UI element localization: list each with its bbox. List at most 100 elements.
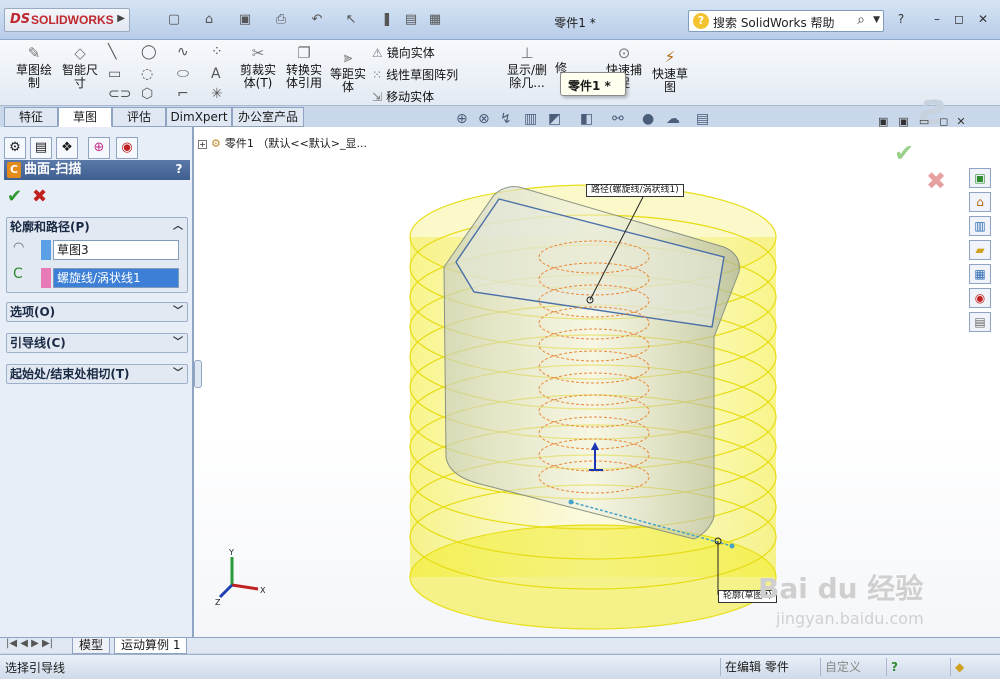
expand-chevron-icon[interactable]: ﹀: [173, 365, 183, 383]
tab-motion-study[interactable]: 运动算例 1: [114, 638, 188, 654]
mirror-entities-button[interactable]: ⚠ 镜向实体: [372, 44, 435, 61]
rectangle-icon[interactable]: ▭: [108, 66, 121, 82]
save-icon[interactable]: ▣: [234, 12, 256, 30]
profile-selection-box[interactable]: 草图3: [53, 240, 179, 260]
view-palette-icon[interactable]: ▦: [969, 264, 991, 284]
collapse-icon[interactable]: ︿: [173, 218, 183, 236]
viewport-close-icon[interactable]: ✕: [956, 115, 965, 128]
tab-office-products[interactable]: 办公室产品: [232, 107, 304, 127]
model-view[interactable]: Y X Z: [194, 127, 1000, 637]
polygon-icon[interactable]: ⬡: [141, 86, 153, 102]
tag-icon[interactable]: ◆: [950, 658, 968, 676]
tab-sketch[interactable]: 草图: [58, 107, 112, 127]
search-icon[interactable]: ⌕: [857, 12, 865, 28]
point-icon[interactable]: ✳: [211, 86, 223, 102]
path-selection-box[interactable]: 螺旋线/涡状线1: [53, 268, 179, 288]
text-icon[interactable]: A: [211, 66, 221, 82]
section-view-icon[interactable]: ▥: [524, 111, 537, 127]
help-icon[interactable]: ?: [892, 12, 910, 28]
expand-icon[interactable]: +: [198, 140, 207, 149]
search-input[interactable]: ? 搜索 SolidWorks 帮助 ⌕ ▼: [688, 10, 884, 32]
guide-curves-group[interactable]: 引导线(C) ﹀: [6, 333, 188, 353]
confirm-cancel-icon[interactable]: ✖: [926, 167, 946, 195]
viewport-restore-icon[interactable]: ◻: [939, 115, 948, 128]
smart-dimension-button[interactable]: ◇ 智能尺 寸: [58, 44, 102, 90]
centerline-icon[interactable]: ⌐: [177, 86, 189, 102]
solidworks-resources-icon[interactable]: ▣: [969, 168, 991, 188]
new-document-icon[interactable]: ▢: [163, 12, 185, 30]
options-icon[interactable]: ▦: [424, 12, 446, 30]
options-group[interactable]: 选项(O) ﹀: [6, 302, 188, 322]
circle-icon[interactable]: ◯: [141, 44, 157, 60]
rebuild-icon[interactable]: ❚: [376, 12, 398, 30]
arc-icon[interactable]: ◌: [141, 66, 153, 82]
view-settings-icon[interactable]: ▤: [696, 111, 709, 127]
move-entities-button[interactable]: ⇲ 移动实体: [372, 88, 434, 105]
ok-button[interactable]: ✔: [7, 186, 22, 207]
cancel-button[interactable]: ✖: [32, 186, 47, 207]
slot-icon[interactable]: ⊂⊃: [108, 86, 131, 102]
hide-show-items-icon[interactable]: ⚯: [612, 111, 624, 127]
line-icon[interactable]: ╲: [108, 44, 116, 60]
linear-pattern-button[interactable]: ⁙ 线性草图阵列: [372, 66, 458, 83]
tab-model[interactable]: 模型: [72, 638, 111, 654]
ellipse-icon[interactable]: ⬭: [177, 66, 189, 82]
print-icon[interactable]: ⎙: [270, 12, 292, 30]
split-view-icon[interactable]: ▣: [878, 115, 888, 128]
convert-entities-button[interactable]: ❐ 转换实 体引用: [282, 44, 326, 90]
display-style-icon[interactable]: ◧: [580, 111, 593, 127]
tab-scroll-arrows[interactable]: |◀ ◀ ▶ ▶|: [6, 638, 53, 649]
group-header[interactable]: 轮廓和路径(P) ︿: [7, 218, 187, 236]
point-grid-icon[interactable]: ⁘: [211, 44, 223, 60]
design-library-icon[interactable]: ⌂: [969, 192, 991, 212]
zoom-to-area-icon[interactable]: ⊗: [478, 111, 490, 127]
help-button[interactable]: ?: [172, 162, 186, 176]
trim-entities-button[interactable]: ✂ 剪裁实 体(T): [236, 44, 280, 90]
folder-icon[interactable]: ▰: [969, 240, 991, 260]
previous-view-icon[interactable]: ↯: [500, 111, 512, 127]
feature-tree-root[interactable]: + ⚙ 零件1 （默认<<默认>_显...: [198, 135, 367, 151]
tab-features[interactable]: 特征: [4, 107, 58, 127]
group-header[interactable]: 选项(O) ﹀: [7, 303, 187, 321]
select-arrow-icon[interactable]: ↖: [340, 12, 362, 30]
configuration-manager-tab-icon[interactable]: ❖: [56, 137, 78, 159]
custom-properties-icon[interactable]: ▤: [969, 312, 991, 332]
sketch-button[interactable]: ✎ 草图绘 制: [12, 44, 56, 90]
panel-splitter-handle[interactable]: [194, 360, 202, 388]
view-orientation-icon[interactable]: ◩: [548, 111, 561, 127]
restore-icon[interactable]: ◻: [950, 12, 968, 28]
file-properties-icon[interactable]: ▤: [400, 12, 422, 30]
dimxpert-manager-tab-icon[interactable]: ⊕: [88, 137, 110, 159]
status-help-icon[interactable]: ?: [886, 658, 904, 676]
expand-chevron-icon[interactable]: ﹀: [173, 303, 183, 321]
edit-appearance-icon[interactable]: ●: [642, 111, 654, 127]
units-status[interactable]: 自定义: [820, 658, 865, 676]
viewport-minimize-icon[interactable]: ▭: [919, 115, 929, 128]
graphics-area[interactable]: Y X Z 路径(螺旋线/涡状线1) 轮廓(草图3) + ⚙ 零件1 （默认<<默认…: [194, 127, 1000, 637]
property-manager-tab-icon[interactable]: ▤: [30, 137, 52, 159]
zoom-to-fit-icon[interactable]: ⊕: [456, 111, 468, 127]
split-view-2-icon[interactable]: ▣: [898, 115, 908, 128]
group-header[interactable]: 引导线(C) ﹀: [7, 334, 187, 352]
apply-scene-icon[interactable]: ☁: [666, 111, 680, 127]
tab-dimxpert[interactable]: DimXpert: [166, 107, 232, 127]
start-end-tangency-group[interactable]: 起始处/结束处相切(T) ﹀: [6, 364, 188, 384]
group-header[interactable]: 起始处/结束处相切(T) ﹀: [7, 365, 187, 383]
undo-icon[interactable]: ↶: [306, 12, 328, 30]
open-folder-icon[interactable]: ⌂: [198, 12, 220, 30]
tab-evaluate[interactable]: 评估: [112, 107, 166, 127]
appearances-icon[interactable]: ◉: [969, 288, 991, 308]
solidworks-menu-button[interactable]: DS SOLIDWORKS ▶: [4, 8, 130, 32]
display-manager-tab-icon[interactable]: ◉: [116, 137, 138, 159]
confirm-ok-icon[interactable]: ✔: [894, 139, 914, 167]
close-icon[interactable]: ✕: [974, 12, 992, 28]
expand-chevron-icon[interactable]: ﹀: [173, 334, 183, 352]
minimize-icon[interactable]: –: [928, 12, 946, 28]
search-dropdown-icon[interactable]: ▼: [873, 15, 880, 25]
offset-entities-button[interactable]: ⫸ 等距实 体: [328, 48, 368, 94]
file-explorer-icon[interactable]: ▥: [969, 216, 991, 236]
display-delete-relations-button[interactable]: ⊥ 显示/删 除几...: [504, 44, 550, 90]
spline-icon[interactable]: ∿: [177, 44, 189, 60]
rapid-sketch-button[interactable]: ⚡ 快速草 图: [648, 48, 692, 94]
feature-manager-tab-icon[interactable]: ⚙: [4, 137, 26, 159]
